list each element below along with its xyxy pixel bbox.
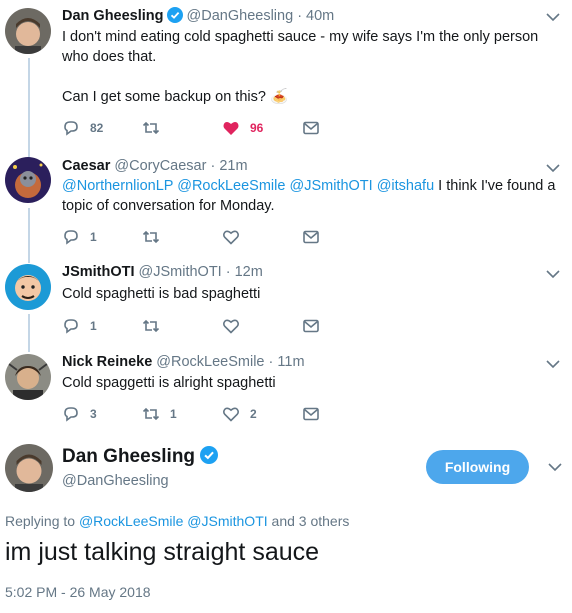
mention-link[interactable]: @NorthernlionLP (62, 178, 173, 194)
retweet-button[interactable]: 1 (142, 403, 177, 425)
avatar[interactable] (5, 354, 51, 400)
avatar[interactable] (5, 264, 51, 310)
reply-icon (64, 319, 78, 334)
retweet-icon (142, 319, 160, 333)
tweet-text: I don't mind eating cold spaghetti sauce… (62, 29, 539, 65)
tweet-time[interactable]: · 11m (269, 354, 305, 370)
author-handle[interactable]: @DanGheesling (187, 8, 294, 24)
dm-icon (303, 319, 319, 333)
dm-icon (303, 230, 319, 244)
tweet-time[interactable]: · 40m (297, 8, 334, 24)
replying-prefix: Replying to (5, 513, 79, 529)
like-icon (223, 319, 239, 334)
author-handle[interactable]: @JSmithOTI (139, 264, 222, 280)
like-button[interactable] (222, 226, 250, 248)
chevron-down-icon[interactable] (546, 163, 560, 173)
mention-link[interactable]: @RockLeeSmile @JSmithOTI (79, 513, 268, 529)
tweet-timestamp[interactable]: 5:02 PM - 26 May 2018 (5, 584, 151, 600)
dm-icon (303, 121, 319, 135)
author-handle[interactable]: @CoryCaesar (114, 158, 206, 174)
chevron-down-icon[interactable] (546, 269, 560, 279)
retweet-icon (142, 407, 160, 421)
replying-suffix[interactable]: and 3 others (268, 513, 350, 529)
replying-to: Replying to @RockLeeSmile @JSmithOTI and… (5, 513, 349, 529)
author-name[interactable]: Nick Reineke (62, 354, 152, 370)
reply-count: 1 (90, 319, 97, 333)
tweet-text: @NorthernlionLP @RockLeeSmile @JSmithOTI… (62, 176, 562, 216)
retweet-button[interactable] (142, 117, 170, 139)
tweet-text: Cold spaggetti is alright spaghetti (62, 375, 276, 391)
tweet[interactable]: Caesar @CoryCaesar · 21m @NorthernlionLP … (0, 150, 572, 245)
tweet[interactable]: JSmithOTI @JSmithOTI · 12m Cold spaghetti… (0, 258, 572, 343)
reply-button[interactable]: 1 (62, 315, 97, 337)
author-name[interactable]: Dan Gheesling (62, 8, 164, 24)
tweet[interactable]: Nick Reineke @RockLeeSmile · 11m Cold spa… (0, 348, 572, 433)
reply-icon (64, 121, 78, 136)
tweet-time[interactable]: · 21m (210, 158, 247, 174)
dm-button[interactable] (302, 315, 320, 337)
reply-icon (64, 230, 78, 245)
like-icon (223, 230, 239, 245)
verified-icon (200, 446, 219, 464)
tweet-text: im just talking straight sauce (5, 538, 320, 566)
like-icon (223, 407, 239, 422)
dm-icon (303, 407, 319, 421)
dm-button[interactable] (302, 226, 320, 248)
verified-icon (166, 7, 183, 23)
mention-link[interactable]: @RockLeeSmile (177, 178, 285, 194)
avatar[interactable] (5, 444, 53, 492)
tweet-text: Can I get some backup on this? 🍝 (62, 89, 289, 105)
reply-icon (64, 407, 78, 422)
like-count: 96 (250, 121, 264, 135)
avatar[interactable] (5, 157, 51, 203)
chevron-down-icon[interactable] (546, 359, 560, 369)
dm-button[interactable] (302, 403, 320, 425)
author-handle[interactable]: @DanGheesling (62, 473, 169, 489)
retweet-button[interactable] (142, 226, 170, 248)
reply-count: 82 (90, 121, 104, 135)
reply-button[interactable]: 1 (62, 226, 97, 248)
author-handle[interactable]: @RockLeeSmile (156, 354, 264, 370)
chevron-down-icon[interactable] (548, 462, 562, 472)
like-button[interactable] (222, 315, 250, 337)
author-name[interactable]: Caesar (62, 158, 110, 174)
like-count: 2 (250, 407, 257, 421)
mention-link[interactable]: @JSmithOTI (289, 178, 372, 194)
author-name[interactable]: JSmithOTI (62, 264, 135, 280)
dm-button[interactable] (302, 117, 320, 139)
retweet-button[interactable] (142, 315, 170, 337)
like-button[interactable]: 2 (222, 403, 257, 425)
retweet-icon (142, 121, 160, 135)
tweet-time[interactable]: · 12m (226, 264, 263, 280)
chevron-down-icon[interactable] (546, 12, 560, 22)
reply-count: 3 (90, 407, 97, 421)
tweet-text: Cold spaghetti is bad spaghetti (62, 286, 261, 302)
mention-link[interactable]: @itshafu (377, 178, 434, 194)
reply-count: 1 (90, 230, 97, 244)
reply-button[interactable]: 82 (62, 117, 103, 139)
author-name[interactable]: Dan Gheesling (62, 446, 219, 468)
like-button[interactable]: 96 (222, 117, 263, 139)
retweet-icon (142, 230, 160, 244)
author-name-text[interactable]: Dan Gheesling (62, 446, 195, 467)
like-icon (223, 121, 239, 135)
following-button[interactable]: Following (426, 450, 529, 484)
retweet-count: 1 (170, 407, 177, 421)
avatar[interactable] (5, 8, 51, 54)
tweet[interactable]: Dan Gheesling @DanGheesling · 40m I don't… (0, 0, 572, 150)
reply-button[interactable]: 3 (62, 403, 97, 425)
